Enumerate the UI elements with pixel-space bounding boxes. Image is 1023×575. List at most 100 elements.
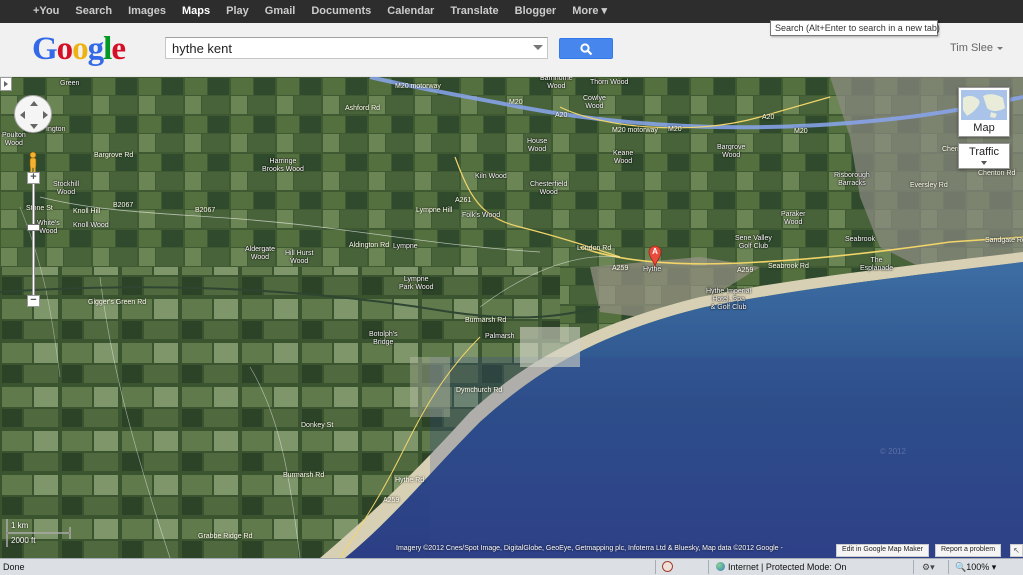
pan-control[interactable] [14, 95, 52, 133]
status-text: Done [3, 562, 25, 572]
gbar-link-search[interactable]: Search [67, 0, 120, 23]
search-dropdown-icon[interactable] [533, 45, 543, 50]
place-label: Green [60, 80, 80, 87]
road-label: A259 [612, 265, 629, 272]
globe-icon [716, 562, 725, 571]
place-label: Bargrove Wood [717, 144, 746, 159]
place-label: Folk's Wood [462, 212, 501, 219]
road-label: B2067 [113, 202, 134, 209]
gbar-link-images[interactable]: Images [120, 0, 174, 23]
zoom-control: + − [27, 172, 40, 307]
place-label: Sene Valley Golf Club [735, 235, 772, 250]
search-button[interactable] [559, 38, 613, 59]
road-label: Cheriton Rd [978, 170, 1016, 177]
magnifier-icon [580, 43, 593, 56]
status-divider [948, 560, 949, 574]
gbar-link-gmail[interactable]: Gmail [257, 0, 304, 23]
pan-arrows-icon [20, 101, 48, 129]
user-menu[interactable]: Tim Slee [950, 42, 1003, 54]
road-label: London Rd [577, 245, 612, 252]
road-label: A259 [737, 267, 754, 274]
place-label: Botolph's Bridge [369, 331, 398, 346]
road-label: Hythe Rd [395, 477, 425, 484]
place-label: Risborough Barracks [834, 172, 870, 187]
gbar-link-play[interactable]: Play [218, 0, 257, 23]
place-label: White's Wood [37, 220, 60, 235]
map-thumbnail-icon [961, 90, 1007, 120]
place-label: Cowlye Wood [583, 95, 606, 110]
zoom-in-button[interactable]: + [27, 172, 40, 184]
road-label: M20 motorway [612, 127, 658, 134]
traffic-button[interactable]: Traffic [958, 143, 1010, 169]
map-type-button[interactable]: Map [958, 87, 1010, 137]
search-input-value: hythe kent [172, 41, 232, 56]
zoom-icon: 🔍 [955, 562, 967, 572]
gbar-link-blogger[interactable]: Blogger [507, 0, 565, 23]
road-label: Donkey St [301, 422, 334, 429]
road-label: Aldington Rd [349, 242, 390, 249]
road-label: Seabrook Rd [768, 263, 809, 270]
map-watermark: © 2012 [880, 447, 906, 456]
security-zone[interactable]: Internet | Protected Mode: On [716, 562, 846, 572]
chevron-down-icon [997, 46, 1003, 50]
protected-mode-icon[interactable]: ⚙▾ [922, 562, 935, 573]
road-label: M20 [668, 126, 682, 133]
place-label: Hill Hurst Wood [285, 250, 314, 265]
place-label: Hythe Imperial Hotel, Spa & Golf Club [706, 288, 752, 311]
road-label: A259 [383, 497, 400, 504]
place-label: Hythe [643, 266, 662, 273]
place-label: Lympne [393, 243, 418, 250]
expand-icon[interactable]: ↖ [1010, 544, 1023, 557]
place-label: House Wood [527, 138, 548, 153]
zoom-slider-track[interactable] [32, 182, 35, 297]
place-label: Knoll Wood [73, 222, 109, 229]
place-label: Chesterfield Wood [530, 181, 568, 196]
location-marker-a[interactable]: A [648, 245, 662, 268]
gbar-link-maps[interactable]: Maps [174, 0, 218, 23]
road-label: M20 motorway [395, 83, 441, 90]
road-label: Bargrove Rd [94, 152, 134, 159]
edit-in-map-maker-link[interactable]: Edit in Google Map Maker [836, 544, 929, 557]
scale-imperial: 2000 ft [11, 536, 36, 545]
gbar-link-more[interactable]: More ▾ [564, 0, 615, 23]
status-divider [708, 560, 709, 574]
road-label: Ashford Rd [345, 105, 381, 112]
user-name: Tim Slee [950, 42, 993, 54]
road-label: Burmarsh Rd [283, 472, 325, 479]
scale-bar: 1 km 2000 ft [6, 517, 76, 549]
map-canvas[interactable]: Green Barnhorne Wood Thorn Wood Cowlye Wood… [0, 77, 1023, 558]
zoom-out-button[interactable]: − [27, 295, 40, 307]
road-label: Knoll Hill [73, 208, 101, 215]
place-label: Harringe Brooks Wood [262, 158, 304, 173]
satellite-imagery [0, 77, 1023, 558]
traffic-label: Traffic [969, 146, 999, 158]
place-label: The Esplanade [860, 257, 894, 272]
chevron-down-icon [981, 161, 987, 165]
zoom-level[interactable]: 🔍100% ▾ [955, 562, 996, 573]
privacy-icon[interactable] [662, 561, 673, 572]
place-label: Poulton Wood [2, 132, 26, 147]
google-logo[interactable]: Google [32, 31, 126, 67]
road-label: Sandgate Rd [985, 237, 1023, 244]
road-label: Gigger's Green Rd [88, 299, 147, 306]
search-input[interactable]: hythe kent [165, 37, 548, 59]
gbar-link-calendar[interactable]: Calendar [379, 0, 442, 23]
report-problem-link[interactable]: Report a problem [935, 544, 1002, 557]
search-tooltip: Search (Alt+Enter to search in a new tab… [770, 20, 940, 36]
place-label: Seabrook [845, 236, 875, 243]
road-label: Dymchurch Rd [456, 387, 503, 394]
collapse-panel-button[interactable] [0, 77, 12, 91]
gbar-link-translate[interactable]: Translate [442, 0, 506, 23]
place-label: Lympne Park Wood [399, 276, 434, 291]
road-label: Burmarsh Rd [465, 317, 507, 324]
road-label: B2067 [195, 207, 216, 214]
google-bar-nav: +You Search Images Maps Play Gmail Documents Ca… [25, 0, 615, 23]
marker-letter: A [652, 247, 658, 256]
zoom-slider-handle[interactable] [27, 224, 40, 231]
gbar-link-documents[interactable]: Documents [303, 0, 379, 23]
status-divider [655, 560, 656, 574]
road-label: M20 [794, 128, 808, 135]
map-type-label: Map [973, 122, 995, 134]
gbar-link-you[interactable]: +You [25, 0, 67, 23]
place-label: Palmarsh [485, 333, 515, 340]
